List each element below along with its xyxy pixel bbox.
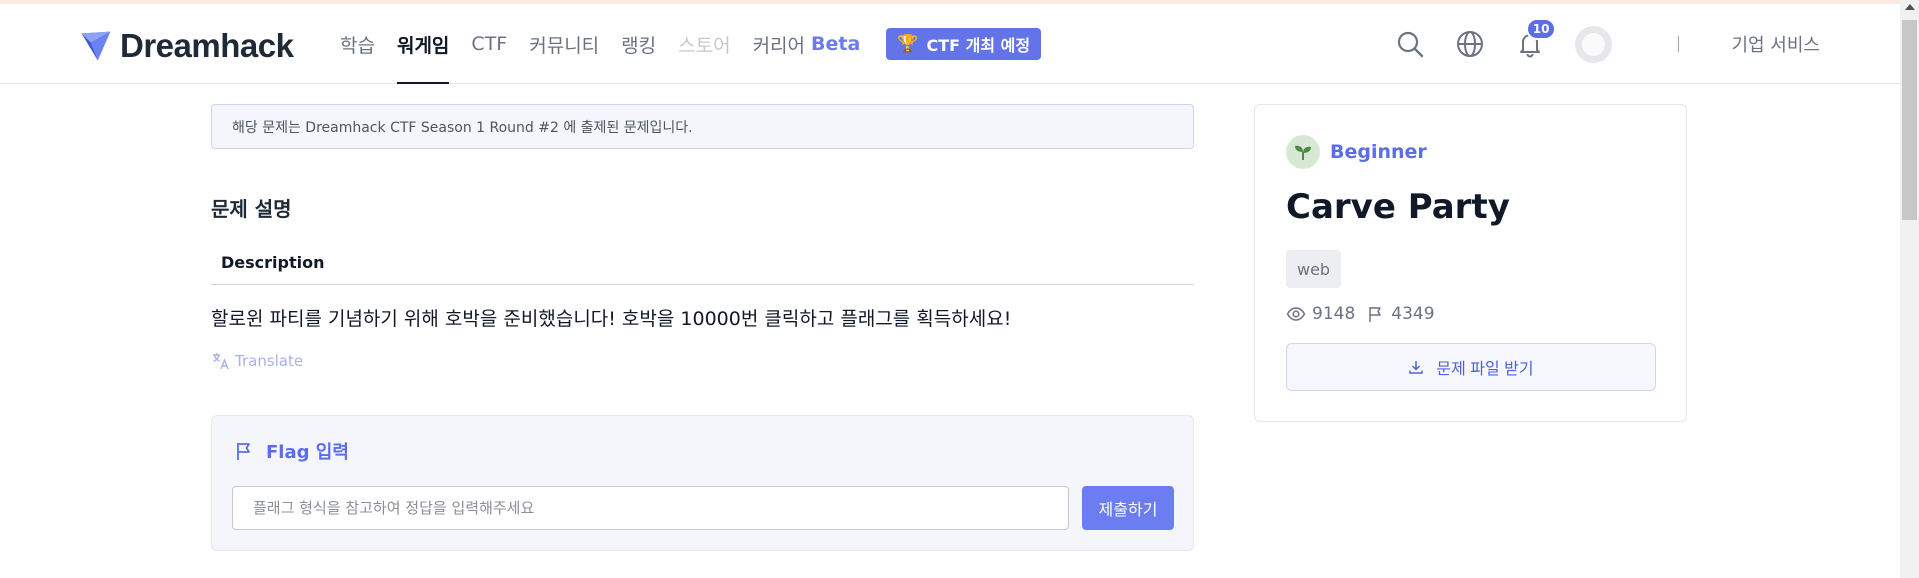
scroll-up-arrow-icon[interactable] xyxy=(1905,4,1915,10)
view-count: 9148 xyxy=(1286,304,1355,324)
challenge-stats: 9148 4349 xyxy=(1286,304,1445,324)
globe-icon xyxy=(1457,31,1484,57)
sprout-icon xyxy=(1286,135,1320,169)
difficulty-label: Beginner xyxy=(1330,141,1427,163)
nav-wargame[interactable]: 워게임 xyxy=(396,4,450,84)
language-button[interactable] xyxy=(1453,27,1487,61)
solve-count: 4349 xyxy=(1365,304,1435,324)
site-header: Dreamhack 학습 워게임 CTF 커뮤니티 랭킹 스토어 커리어 Bet… xyxy=(0,4,1900,84)
notification-button[interactable]: 10 xyxy=(1513,18,1557,61)
dreamhack-logo-icon xyxy=(81,31,111,61)
flag-title: Flag 입력 xyxy=(234,438,349,464)
scrollbar-thumb[interactable] xyxy=(1902,20,1917,220)
notification-count-badge: 10 xyxy=(1525,18,1557,40)
ctf-upcoming-label: CTF 개최 예정 xyxy=(926,36,1031,55)
search-icon xyxy=(1398,31,1424,58)
avatar-image xyxy=(1582,32,1606,56)
flag-submit-panel: Flag 입력 제출하기 xyxy=(211,415,1194,551)
challenge-info-card: Beginner Carve Party web 9148 4349 문제 파일… xyxy=(1254,104,1687,422)
ctf-upcoming-button[interactable]: 🏆 CTF 개최 예정 xyxy=(886,28,1042,60)
flag-input[interactable] xyxy=(232,486,1069,530)
view-count-value: 9148 xyxy=(1312,304,1356,324)
eye-icon xyxy=(1286,307,1306,321)
submit-button[interactable]: 제출하기 xyxy=(1082,486,1174,530)
header-actions: 10 기업 서비스 xyxy=(1367,4,1820,84)
flag-small-icon xyxy=(1369,307,1382,322)
beta-badge: Beta xyxy=(811,33,861,55)
nav-learn[interactable]: 학습 xyxy=(340,4,375,84)
avatar[interactable] xyxy=(1575,25,1613,63)
nav-ranking[interactable]: 랭킹 xyxy=(621,4,656,84)
flag-icon xyxy=(237,443,250,460)
challenge-title: Carve Party xyxy=(1286,187,1510,227)
flag-title-label: Flag 입력 xyxy=(266,442,349,463)
download-icon xyxy=(1409,361,1424,374)
difficulty-level: Beginner xyxy=(1286,135,1427,169)
dreamhack-logo[interactable]: Dreamhack xyxy=(78,26,294,66)
download-files-label: 문제 파일 받기 xyxy=(1436,361,1534,378)
nav-ctf[interactable]: CTF xyxy=(471,4,507,84)
download-files-button[interactable]: 문제 파일 받기 xyxy=(1286,343,1656,391)
ctf-origin-notice: 해당 문제는 Dreamhack CTF Season 1 Round #2 에… xyxy=(211,104,1194,149)
category-tag[interactable]: web xyxy=(1286,250,1342,288)
translate-button[interactable]: Translate xyxy=(211,351,303,371)
description-text: 할로윈 파티를 기념하기 위해 호박을 준비했습니다! 호박을 10000번 클… xyxy=(211,308,1012,330)
translate-icon xyxy=(213,353,229,370)
notice-text: 해당 문제는 Dreamhack CTF Season 1 Round #2 에… xyxy=(232,119,693,136)
main-nav: 학습 워게임 CTF 커뮤니티 랭킹 스토어 커리어 Beta 🏆 CTF 개최… xyxy=(340,4,1042,84)
section-title: 문제 설명 xyxy=(211,197,292,221)
business-service-link[interactable]: 기업 서비스 xyxy=(1731,31,1820,57)
header-divider xyxy=(1678,36,1680,52)
page-scrollbar[interactable] xyxy=(1900,0,1919,578)
trophy-icon: 🏆 xyxy=(897,34,919,54)
nav-career-label: 커리어 xyxy=(752,34,806,57)
translate-label: Translate xyxy=(235,352,304,370)
logo-text: Dreamhack xyxy=(120,27,294,64)
solve-count-value: 4349 xyxy=(1391,304,1435,324)
nav-career[interactable]: 커리어 Beta xyxy=(753,4,861,84)
nav-community[interactable]: 커뮤니티 xyxy=(529,4,599,84)
search-button[interactable] xyxy=(1393,27,1427,61)
description-heading: Description xyxy=(211,240,1194,285)
nav-store[interactable]: 스토어 xyxy=(678,4,730,84)
